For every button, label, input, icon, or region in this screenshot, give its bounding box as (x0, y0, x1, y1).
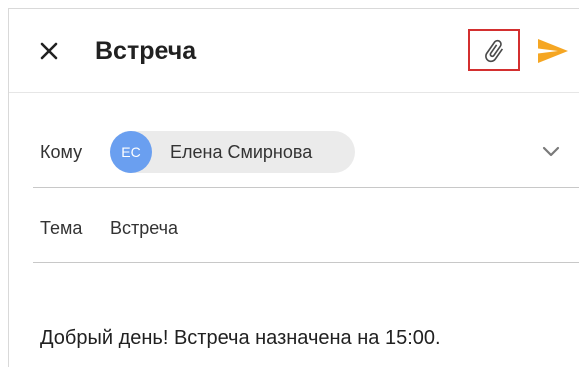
subject-field[interactable] (110, 215, 550, 241)
divider (33, 262, 579, 263)
compose-screen: Встреча Кому ЕС Елена Смирнова Тема Добр… (8, 8, 579, 367)
close-icon (40, 42, 58, 60)
divider (33, 187, 579, 188)
recipient-name: Елена Смирнова (170, 142, 313, 162)
paperclip-icon (485, 39, 504, 63)
page-title: Встреча (95, 37, 197, 65)
close-button[interactable] (33, 35, 65, 67)
avatar: ЕС (110, 131, 152, 173)
attach-button[interactable] (468, 29, 520, 71)
recipient-chip[interactable]: ЕС Елена Смирнова (110, 131, 355, 173)
compose-header: Встреча (9, 9, 579, 93)
send-button[interactable] (536, 37, 570, 65)
to-label: Кому (40, 142, 83, 162)
chevron-down-icon (542, 146, 560, 157)
expand-recipients-button[interactable] (541, 145, 561, 159)
subject-label: Тема (40, 218, 83, 238)
message-body[interactable]: Добрый день! Встреча назначена на 15:00. (40, 325, 570, 351)
send-icon (538, 39, 568, 63)
